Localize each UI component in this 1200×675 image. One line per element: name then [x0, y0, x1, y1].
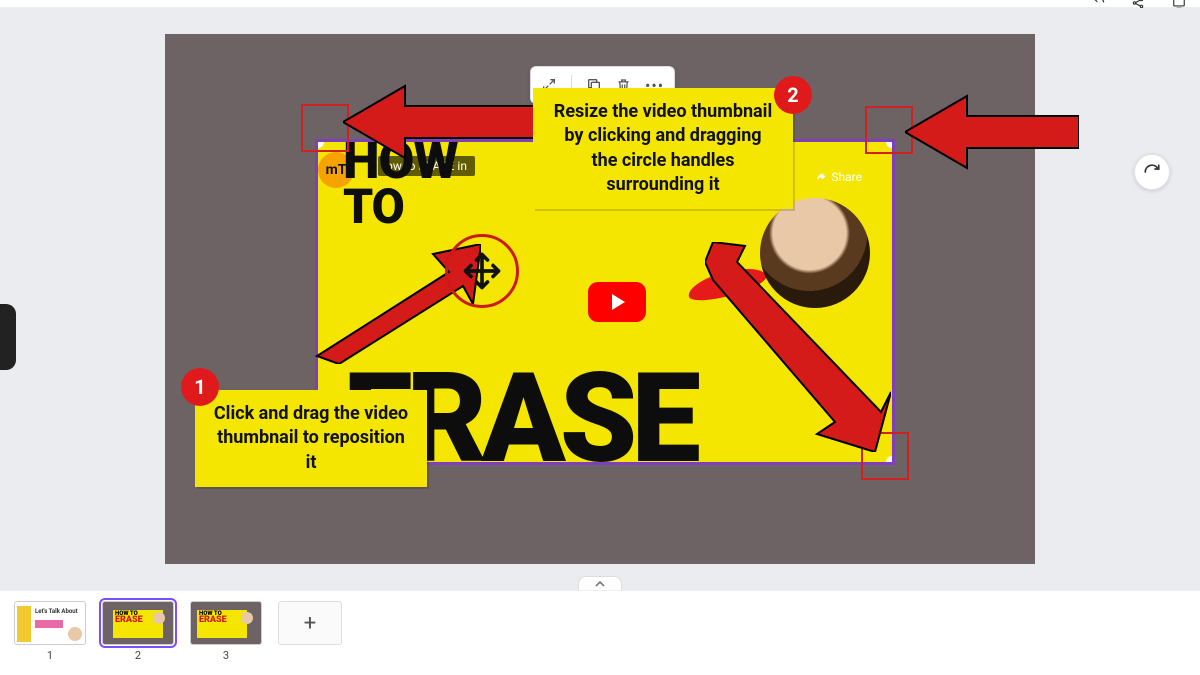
slide-thumb-3-wrap: HOW TO ERASE 3 — [190, 601, 262, 662]
slide-number-1: 1 — [47, 649, 53, 662]
callout-box-1: Click and drag the video thumbnail to re… — [195, 390, 427, 487]
youtube-play-icon — [588, 282, 646, 322]
callout-badge-2: 2 — [774, 76, 812, 114]
slide1-pink — [35, 620, 63, 628]
slide-thumb-2-wrap: HOW TO ERASE 2 — [102, 601, 174, 662]
side-panel-toggle[interactable] — [0, 304, 16, 370]
slide3-erase: ERASE — [199, 616, 245, 624]
slides-strip: Let's Talk About 1 HOW TO ERASE 2 HOW TO… — [0, 590, 1200, 674]
callout-box-2: Resize the video thumbnail by clicking a… — [533, 88, 793, 209]
callout-badge-1: 1 — [181, 368, 219, 406]
add-slide-button[interactable]: + — [278, 601, 342, 645]
slide-thumb-1[interactable]: Let's Talk About — [14, 601, 86, 645]
slide-number-3: 3 — [223, 649, 229, 662]
arrow-to-tl-handle — [343, 82, 543, 168]
slide1-face — [68, 627, 82, 641]
slide2-face — [153, 612, 165, 624]
design-canvas[interactable]: ••• mT ow to ERASE in HOW TO Share ERASE… — [165, 34, 1035, 564]
slide-thumb-3[interactable]: HOW TO ERASE — [190, 601, 262, 645]
refresh-icon — [1143, 163, 1161, 181]
slide-thumb-1-wrap: Let's Talk About 1 — [14, 601, 86, 662]
canvas-refresh-button[interactable] — [1134, 154, 1170, 190]
share-arrow-icon — [815, 171, 827, 183]
add-slide-wrap: + — [278, 601, 342, 645]
slide1-text: Let's Talk About — [35, 608, 78, 615]
slide-thumb-2[interactable]: HOW TO ERASE — [102, 601, 174, 645]
page-panel-toggle[interactable] — [578, 576, 622, 590]
share-label: Share — [815, 170, 862, 184]
slide3-face — [241, 612, 253, 624]
arrow-to-tr-handle — [905, 94, 1079, 176]
top-toolbar — [0, 0, 1200, 8]
move-cursor-highlight — [445, 234, 519, 308]
arrow-to-br-handle — [705, 242, 891, 452]
highlight-box-tl — [301, 104, 349, 152]
chevron-up-icon — [595, 580, 605, 588]
editor-area: ••• mT ow to ERASE in HOW TO Share ERASE… — [0, 8, 1200, 590]
slide-number-2: 2 — [135, 649, 141, 662]
move-icon — [460, 249, 504, 293]
